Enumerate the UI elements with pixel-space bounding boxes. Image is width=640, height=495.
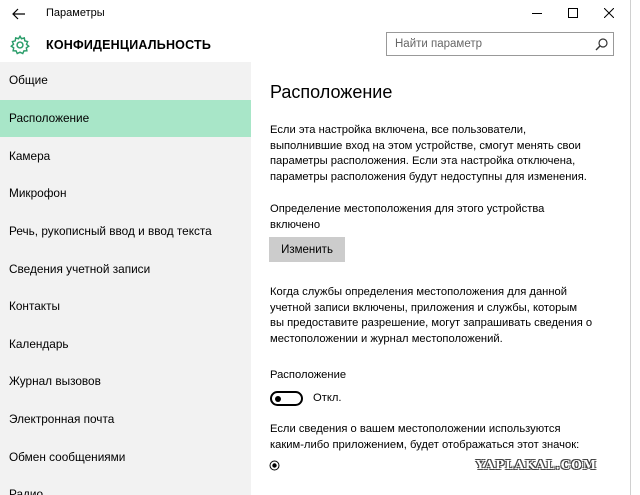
sidebar-item-radio[interactable]: Радио [0,476,251,495]
sidebar-item-calendar[interactable]: Календарь [0,326,251,363]
sidebar-item-location[interactable]: Расположение [0,100,251,137]
location-toggle-label: Расположение [270,369,347,381]
gear-icon [10,34,30,55]
maximize-button[interactable] [556,0,590,26]
search-icon[interactable] [595,37,609,51]
sidebar-item-microphone[interactable]: Микрофон [0,175,251,212]
search-box [386,32,614,56]
page-header: КОНФИДЕНЦИАЛЬНОСТЬ [0,28,630,62]
minimize-button[interactable] [520,0,554,26]
sidebar: Общие Расположение Камера Микрофон Речь,… [0,62,251,495]
settings-window: Параметры КОНФИДЕНЦИАЛЬНОСТЬ Найти парам… [0,0,631,495]
location-indicator-text: Если сведения о вашем местоположении исп… [270,423,580,451]
device-location-status: Определение местоположения для этого уст… [270,203,545,231]
minimize-icon [532,13,542,14]
page-title: Расположение [270,82,393,102]
sidebar-item-contacts[interactable]: Контакты [0,288,251,325]
sidebar-item-camera[interactable]: Камера [0,138,251,175]
section-title: КОНФИДЕНЦИАЛЬНОСТЬ [46,38,212,52]
back-arrow-icon [12,8,25,20]
window-title: Параметры [46,7,105,19]
watermark: YAPLAKAL.COM [476,458,598,472]
maximize-icon [568,8,578,18]
location-services-text: Когда службы определения местоположения … [270,286,593,345]
sidebar-item-call-history[interactable]: Журнал вызовов [0,363,251,400]
back-button[interactable] [4,2,34,26]
toggle-knob [275,395,281,402]
title-bar: Параметры [0,0,630,28]
content-pane: Расположение Если эта настройка включена… [251,62,630,495]
close-button[interactable] [592,0,626,26]
sidebar-item-speech-inking-typing[interactable]: Речь, рукописный ввод и ввод текста [0,213,251,250]
sidebar-item-messaging[interactable]: Обмен сообщениями [0,439,251,476]
location-toggle[interactable] [270,391,303,406]
sidebar-item-general[interactable]: Общие [0,62,251,99]
intro-text: Если эта настройка включена, все пользов… [270,124,587,183]
location-toggle-state: Откл. [313,392,342,404]
change-button[interactable]: Изменить [269,237,345,262]
sidebar-item-email[interactable]: Электронная почта [0,401,251,438]
location-in-use-icon [269,460,280,471]
sidebar-item-account-info[interactable]: Сведения учетной записи [0,251,251,288]
close-icon [604,8,614,18]
search-input[interactable] [387,33,591,55]
